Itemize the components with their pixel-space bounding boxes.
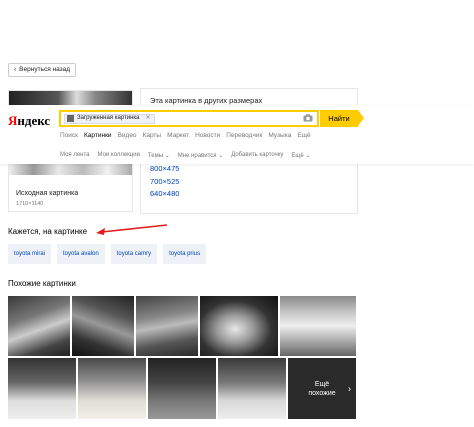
similar-image[interactable]: [200, 296, 278, 356]
chevron-down-icon: ⌄: [164, 153, 170, 159]
subtab-feed[interactable]: Моя лента: [60, 152, 90, 159]
red-arrow-annotation: [96, 224, 168, 235]
search-button[interactable]: Найти: [320, 110, 364, 127]
similar-title: Похожие картинки: [8, 279, 76, 288]
tag-toyota-avalon[interactable]: toyota avalon: [57, 244, 105, 264]
more-similar-button[interactable]: Ещё похожие ›: [288, 358, 356, 419]
tab-video[interactable]: Видео: [118, 132, 137, 139]
close-icon[interactable]: ✕: [146, 114, 151, 123]
similar-image[interactable]: [218, 358, 286, 419]
camera-icon[interactable]: [303, 114, 313, 122]
tab-market[interactable]: Маркет: [167, 132, 189, 139]
similar-image[interactable]: [280, 296, 356, 356]
search-header: Яндекс Загруженная картинка ✕ Найти Поис…: [0, 105, 474, 164]
original-image-top: [9, 91, 132, 105]
logo-rest: ндекс: [17, 113, 51, 128]
service-tabs: Поиск Картинки Видео Карты Маркет Новост…: [60, 132, 311, 139]
similar-image[interactable]: [72, 296, 134, 356]
more-similar-label-line1: Ещё: [314, 380, 330, 388]
logo-first-letter: Я: [8, 113, 18, 128]
similar-image[interactable]: [8, 296, 70, 356]
original-image-title: Исходная картинка: [16, 190, 79, 197]
subtab-more[interactable]: Ещё ⌄: [291, 152, 310, 159]
uploaded-thumbnail: [67, 115, 74, 122]
subtab-likes[interactable]: Мне нравится ⌄: [178, 152, 223, 159]
chevron-down-icon: ⌄: [305, 153, 311, 159]
tag-toyota-mirai[interactable]: toyota mirai: [8, 244, 52, 264]
size-link[interactable]: 640×480: [150, 188, 179, 201]
subtab-collections[interactable]: Мои коллекции: [98, 152, 140, 159]
tab-more[interactable]: Ещё: [297, 132, 310, 139]
other-sizes-title: Эта картинка в других размерах: [150, 96, 263, 105]
similar-image[interactable]: [78, 358, 146, 419]
detected-tags: toyota mirai toyota avalon toyota camry …: [8, 244, 207, 264]
collections-tabs: Моя лента Мои коллекции Темы ⌄ Мне нрави…: [60, 152, 310, 159]
tab-images[interactable]: Картинки: [84, 132, 112, 139]
size-link[interactable]: 700×525: [150, 176, 179, 189]
detected-title: Кажется, на картинке: [8, 227, 88, 236]
tab-music[interactable]: Музыка: [268, 132, 291, 139]
subtab-topics[interactable]: Темы ⌄: [148, 152, 170, 159]
similar-image[interactable]: [148, 358, 216, 419]
search-input[interactable]: Загруженная картинка ✕: [59, 110, 319, 127]
chip-label: Загруженная картинка: [77, 115, 140, 121]
subtab-more-label: Ещё: [291, 153, 304, 159]
more-similar-label-line2: похожие: [308, 389, 336, 397]
similar-image[interactable]: [8, 358, 76, 419]
chevron-left-icon: ‹: [14, 66, 17, 73]
subtab-add-card[interactable]: Добавить карточку: [231, 152, 283, 159]
more-similar-label: Ещё похожие: [308, 380, 335, 398]
tag-toyota-camry[interactable]: toyota camry: [110, 244, 158, 264]
size-link[interactable]: 800×475: [150, 163, 179, 176]
uploaded-image-chip[interactable]: Загруженная картинка ✕: [64, 113, 155, 124]
chevron-down-icon: ⌄: [218, 153, 224, 159]
yandex-logo[interactable]: Яндекс: [8, 113, 50, 129]
tab-translate[interactable]: Переводчик: [226, 132, 262, 139]
tab-search[interactable]: Поиск: [60, 132, 78, 139]
chevron-right-icon: ›: [348, 383, 351, 393]
back-button-label: Вернуться назад: [19, 66, 71, 73]
original-image-bottom: [9, 163, 132, 175]
original-image-size: 1710×1140: [16, 201, 44, 207]
similar-image[interactable]: [136, 296, 198, 356]
subtab-topics-label: Темы: [147, 153, 164, 159]
tab-maps[interactable]: Карты: [143, 132, 162, 139]
subtab-likes-label: Мне нравится: [177, 153, 217, 159]
back-button[interactable]: ‹ Вернуться назад: [8, 63, 77, 77]
tag-toyota-prius[interactable]: toyota prius: [163, 244, 207, 264]
tab-news[interactable]: Новости: [195, 132, 220, 139]
similar-images-grid: Ещё похожие ›: [8, 296, 356, 419]
